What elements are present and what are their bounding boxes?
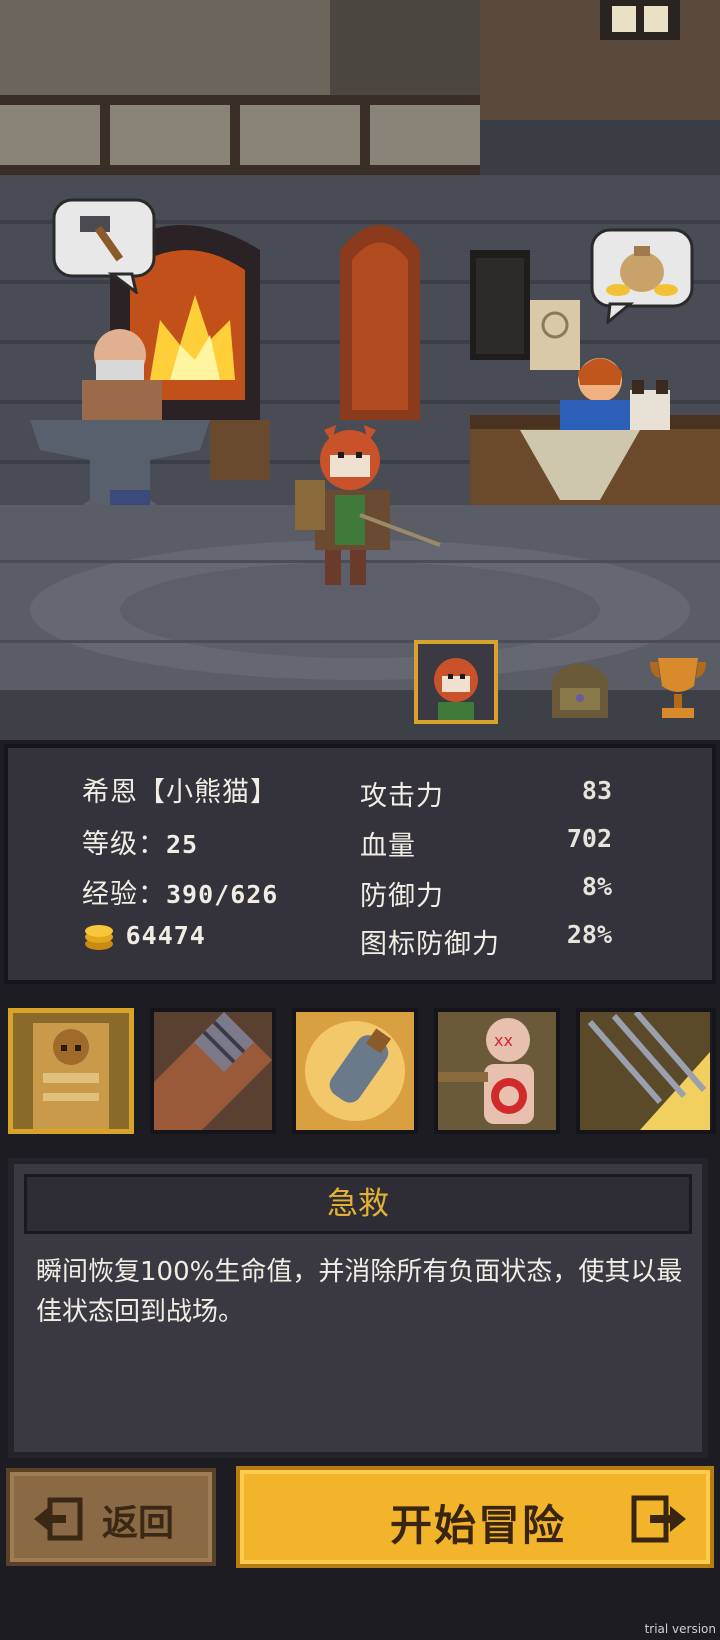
skill-slot-1[interactable] [8, 1008, 134, 1134]
exit-forward-icon [631, 1495, 686, 1543]
shop-bubble[interactable] [590, 228, 694, 324]
attack-value: 83 [581, 776, 612, 805]
hero-name: 希恩【小熊猫】 [82, 777, 278, 808]
scene-illustration [0, 0, 720, 740]
trophy-icon [650, 658, 706, 718]
exit-back-icon [34, 1497, 83, 1541]
start-adventure-button[interactable]: 开始冒险 [236, 1466, 714, 1568]
level-label: 等级： [82, 829, 166, 860]
level-value: 25 [166, 830, 199, 859]
tab-backpack[interactable] [542, 648, 626, 732]
gold-row: 64474 [82, 920, 206, 952]
arrow-volley-skill-icon [580, 1012, 710, 1130]
gold-value: 64474 [125, 921, 206, 950]
skill-slot-3[interactable] [292, 1008, 418, 1134]
target-dummy-skill-icon: xx [438, 1012, 556, 1130]
blacksmith-bubble[interactable] [52, 198, 156, 294]
hero-stats-panel: 希恩【小熊猫】 等级：25 经验：390/626 64474 攻击力 83 血量… [4, 744, 716, 984]
skill-title: 急救 [24, 1174, 692, 1234]
tab-trophy[interactable] [640, 648, 716, 732]
warrior-skill-icon [13, 1013, 129, 1129]
back-button[interactable]: 返回 [6, 1468, 216, 1566]
hp-label: 血量 [360, 831, 416, 862]
start-label: 开始冒险 [390, 1501, 567, 1550]
skill-description-text: 瞬间恢复100%生命值，并消除所有负面状态，使其以最佳状态回到战场。 [36, 1257, 683, 1327]
hero-portrait-icon [418, 644, 494, 720]
back-label: 返回 [102, 1503, 175, 1544]
icon-defense-value: 28% [566, 920, 612, 949]
exp-row: 经验：390/626 [82, 872, 278, 911]
icon-defense-label: 图标防御力 [360, 929, 500, 960]
skill-slot-2[interactable] [150, 1008, 276, 1134]
exp-label: 经验： [82, 879, 166, 910]
skill-slot-4[interactable]: xx [434, 1008, 560, 1134]
tavern-scene [0, 0, 720, 740]
gold-coin-icon [85, 924, 113, 950]
watermark: trial version [644, 1622, 716, 1636]
hp-value: 702 [566, 824, 612, 853]
defense-label: 防御力 [360, 881, 444, 912]
skill-slot-5[interactable] [576, 1008, 716, 1134]
backpack-icon [552, 663, 608, 718]
svg-text:xx: xx [494, 1031, 513, 1050]
spiked-block-skill-icon [154, 1012, 272, 1130]
skill-description-panel: 急救 瞬间恢复100%生命值，并消除所有负面状态，使其以最佳状态回到战场。 [8, 1158, 708, 1458]
attack-label: 攻击力 [360, 781, 444, 812]
exp-value: 390/626 [166, 880, 279, 909]
level-row: 等级：25 [82, 822, 198, 861]
tab-hero[interactable] [414, 640, 498, 724]
potion-bottle-skill-icon [296, 1012, 414, 1130]
defense-value: 8% [581, 872, 612, 901]
